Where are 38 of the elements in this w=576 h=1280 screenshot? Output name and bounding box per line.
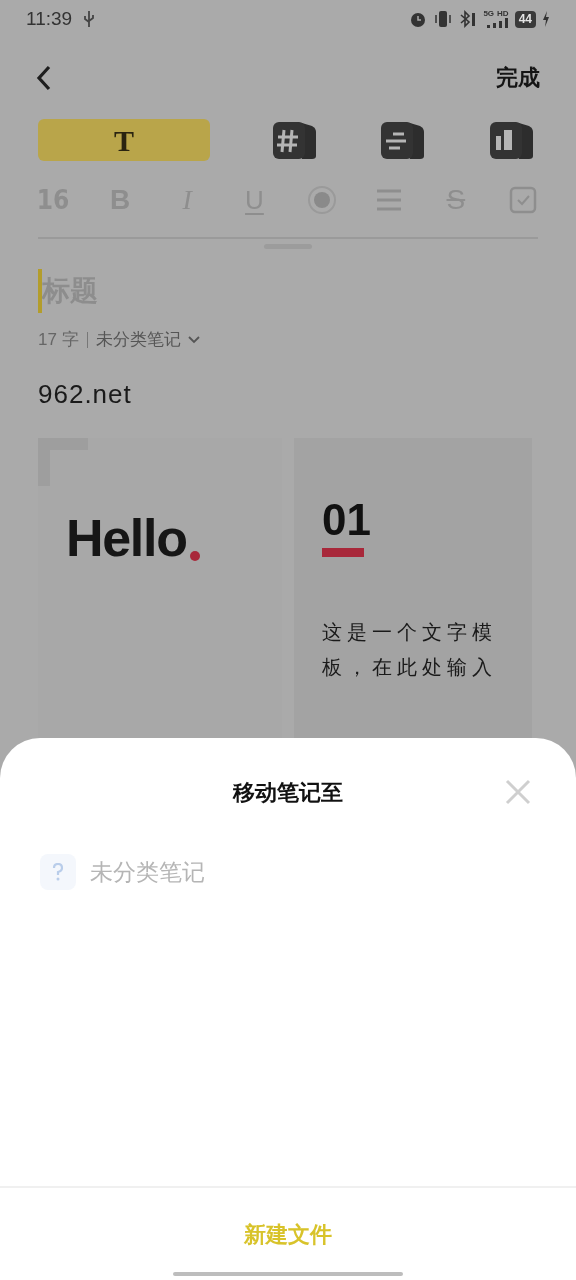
list-icon (374, 188, 403, 213)
close-button[interactable] (504, 778, 532, 806)
hello-text: Hello (66, 512, 187, 564)
folder-name: 未分类笔记 (90, 857, 205, 887)
word-count: 17 字 (38, 329, 79, 352)
template-paragraph: 这是一个文字模板，在此处输入 (322, 620, 498, 680)
battery-indicator: 44 (514, 10, 536, 28)
color-dot-icon (306, 185, 337, 216)
hash-template-tab[interactable] (270, 119, 319, 162)
charging-icon (542, 11, 550, 28)
sheet-title: 移动笔记至 (233, 778, 343, 807)
folder-item[interactable]: 未分类笔记 (0, 844, 576, 900)
status-time: 11:39 (26, 6, 73, 31)
chevron-down-icon (187, 335, 202, 346)
text-template-tab[interactable]: T (38, 119, 210, 162)
note-body-text: 962.net (37, 378, 133, 411)
signal-icon (484, 18, 509, 29)
close-icon (504, 778, 532, 806)
folder-dropdown[interactable]: 未分类笔记 (96, 327, 202, 353)
hash-block-icon (271, 120, 318, 161)
accent-underline-bar (322, 548, 364, 557)
period-dot-icon (188, 550, 201, 562)
lines-block-icon (380, 120, 427, 161)
new-folder-button[interactable]: 新建文件 (244, 1218, 332, 1251)
alarm-icon (409, 10, 428, 29)
question-mark-icon (40, 854, 76, 890)
hd-label: HD (497, 10, 509, 19)
columns-block-icon (488, 120, 535, 161)
checkbox-icon (509, 186, 537, 215)
text-cursor (38, 269, 42, 314)
vibrate-icon (433, 10, 454, 29)
number-text: 01 (322, 498, 371, 542)
usb-icon (82, 10, 97, 29)
columns-template-tab[interactable] (487, 119, 536, 162)
template-card[interactable]: 01 这是一个文字模板，在此处输入 (294, 438, 532, 738)
done-button[interactable]: 完成 (496, 61, 540, 95)
bluetooth-icon (459, 10, 478, 29)
network-label: 5G (483, 10, 495, 19)
